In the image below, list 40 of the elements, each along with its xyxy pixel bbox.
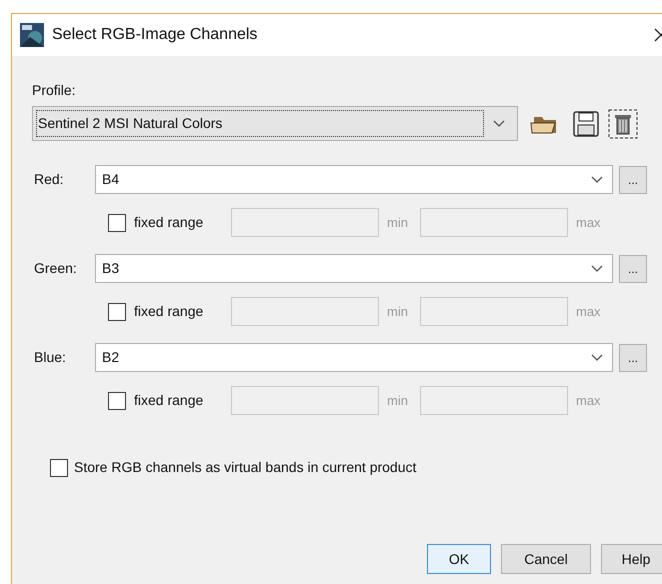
band-dropdown[interactable]: B4 xyxy=(95,165,613,194)
max-label: max xyxy=(576,302,601,321)
fixed-range-label: fixed range xyxy=(134,213,204,232)
band-value: B4 xyxy=(102,170,120,189)
channel-label: Green: xyxy=(33,259,78,278)
min-label: min xyxy=(387,392,409,410)
min-label: min xyxy=(387,214,409,232)
store-virtual-label: Store RGB channels as virtual bands in current product xyxy=(74,458,416,477)
browse-button[interactable]: ... xyxy=(619,344,647,372)
browse-button[interactable]: ... xyxy=(619,166,647,194)
store-virtual-checkbox[interactable] xyxy=(50,458,68,476)
delete-icon[interactable] xyxy=(608,108,638,138)
dialog-button[interactable]: OK xyxy=(427,544,491,574)
dialog-button[interactable]: Cancel xyxy=(501,544,591,574)
band-value: B3 xyxy=(102,259,120,278)
profile-label: Profile: xyxy=(32,81,77,100)
max-label: max xyxy=(576,214,601,232)
chevron-icon xyxy=(493,120,505,128)
band-value: B2 xyxy=(102,348,120,367)
min-label: min xyxy=(387,302,409,321)
window-title: Select RGB-Image Channels xyxy=(52,25,258,45)
chevron-icon xyxy=(591,264,603,272)
band-dropdown[interactable]: B3 xyxy=(95,254,613,283)
max-label: max xyxy=(576,392,601,410)
fixed-range-checkbox[interactable] xyxy=(108,214,126,232)
browse-button[interactable]: ... xyxy=(619,254,647,282)
band-dropdown[interactable]: B2 xyxy=(95,343,613,372)
chevron-icon xyxy=(591,176,603,184)
profile-value: Sentinel 2 MSI Natural Colors xyxy=(36,110,484,137)
channel-label: Red: xyxy=(33,170,65,189)
fixed-range-label: fixed range xyxy=(134,302,204,321)
save-icon[interactable] xyxy=(572,110,600,138)
channel-label: Blue: xyxy=(33,348,67,367)
app-icon xyxy=(20,23,44,47)
fixed-range-label: fixed range xyxy=(134,391,204,410)
fixed-range-checkbox[interactable] xyxy=(108,392,126,410)
fixed-range-checkbox[interactable] xyxy=(108,302,126,320)
profile-dropdown[interactable]: Sentinel 2 MSI Natural Colors xyxy=(32,106,518,141)
dialog-button[interactable]: Help xyxy=(601,544,662,574)
chevron-icon xyxy=(591,354,603,362)
